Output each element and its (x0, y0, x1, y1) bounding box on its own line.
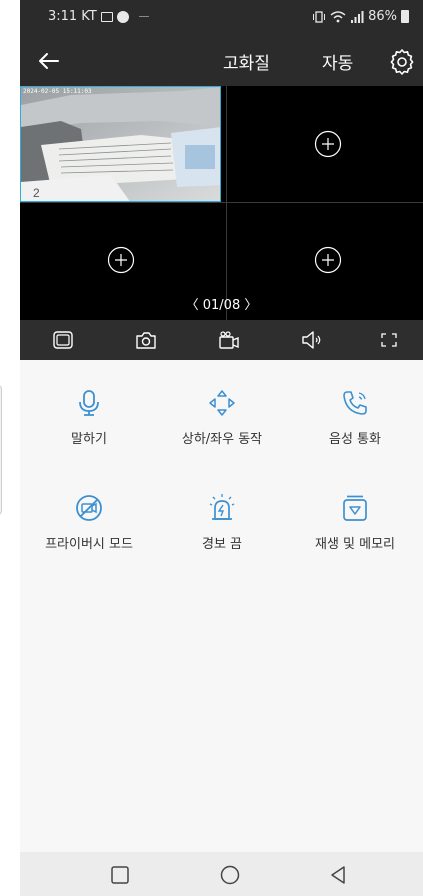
ptz-icon (209, 390, 235, 416)
video-record-icon[interactable] (216, 328, 242, 352)
system-nav-bar (20, 852, 423, 896)
message-icon (100, 11, 113, 22)
talk-button[interactable]: 말하기 (22, 388, 156, 447)
privacy-icon (76, 495, 102, 521)
triangle-nav-icon[interactable] (326, 863, 350, 887)
alarm-off-icon (209, 494, 235, 520)
voice-call-button[interactable]: 음성 통화 (288, 388, 422, 447)
dash-icon (138, 16, 149, 17)
add-icon[interactable] (107, 246, 135, 274)
add-icon[interactable] (314, 246, 342, 274)
control-panel: 말하기 상하/좌우 동작 음성 통화 프라이버시 모드 경보 끔 재생 및 메모… (20, 360, 423, 824)
alarm-off-button[interactable]: 경보 끔 (155, 493, 289, 552)
camera-snapshot: 2 (21, 87, 220, 201)
video-timestamp: 2024-02-05 15:11:03 (23, 88, 92, 95)
playback-memory-button[interactable]: 재생 및 메모리 (288, 493, 422, 552)
camera-feed-1[interactable]: 2 2024-02-05 15:11:03 (20, 86, 221, 202)
add-icon[interactable] (314, 130, 342, 158)
phone-screen: 3:11 KT 86% 고화질 자동 2 2024-02-05 15:11:03… (20, 0, 423, 896)
circle-nav-icon[interactable] (218, 863, 242, 887)
talk-label: 말하기 (71, 432, 107, 447)
vibrate-icon (313, 10, 326, 23)
camera-icon[interactable] (133, 328, 159, 352)
alarm-off-label: 경보 끔 (201, 537, 242, 552)
playback-icon (343, 495, 367, 521)
multi-view-icon[interactable] (50, 328, 76, 352)
voice-call-label: 음성 통화 (329, 432, 381, 447)
grid-divider-horizontal (20, 202, 423, 203)
fullscreen-icon[interactable] (376, 328, 402, 352)
gear-icon[interactable] (388, 47, 416, 75)
camera-slot-2[interactable] (227, 86, 423, 202)
ptz-button[interactable]: 상하/좌우 동작 (155, 388, 289, 447)
phone-call-icon (343, 391, 367, 415)
grid-divider-vertical (226, 86, 227, 320)
status-bar: 3:11 KT 86% (20, 0, 423, 36)
privacy-mode-button[interactable]: 프라이버시 모드 (22, 493, 156, 552)
quality-button[interactable]: 고화질 (223, 49, 270, 74)
square-nav-icon[interactable] (108, 863, 132, 887)
battery-percent: 86% (368, 9, 397, 24)
svg-text:2: 2 (33, 186, 40, 200)
playback-memory-label: 재생 및 메모리 (314, 537, 396, 552)
video-grid: 2 2024-02-05 15:11:03 〈 01/08 〉 (20, 86, 423, 320)
status-carrier: KT (81, 9, 97, 24)
battery-icon (401, 10, 409, 23)
ptz-label: 상하/좌우 동작 (181, 432, 263, 447)
back-arrow-icon[interactable] (34, 46, 64, 76)
mode-button[interactable]: 자동 (322, 49, 353, 74)
speaker-icon[interactable] (299, 328, 325, 352)
side-drawer-handle[interactable] (0, 385, 2, 515)
signal-icon (351, 10, 364, 23)
video-toolbar (20, 320, 423, 360)
wifi-icon (330, 10, 346, 22)
microphone-icon (79, 390, 99, 416)
app-bar: 고화질 자동 (20, 36, 423, 86)
page-indicator[interactable]: 〈 01/08 〉 (20, 294, 423, 313)
privacy-mode-label: 프라이버시 모드 (45, 537, 133, 552)
alarm-icon (116, 10, 129, 23)
status-time: 3:11 (48, 9, 78, 24)
